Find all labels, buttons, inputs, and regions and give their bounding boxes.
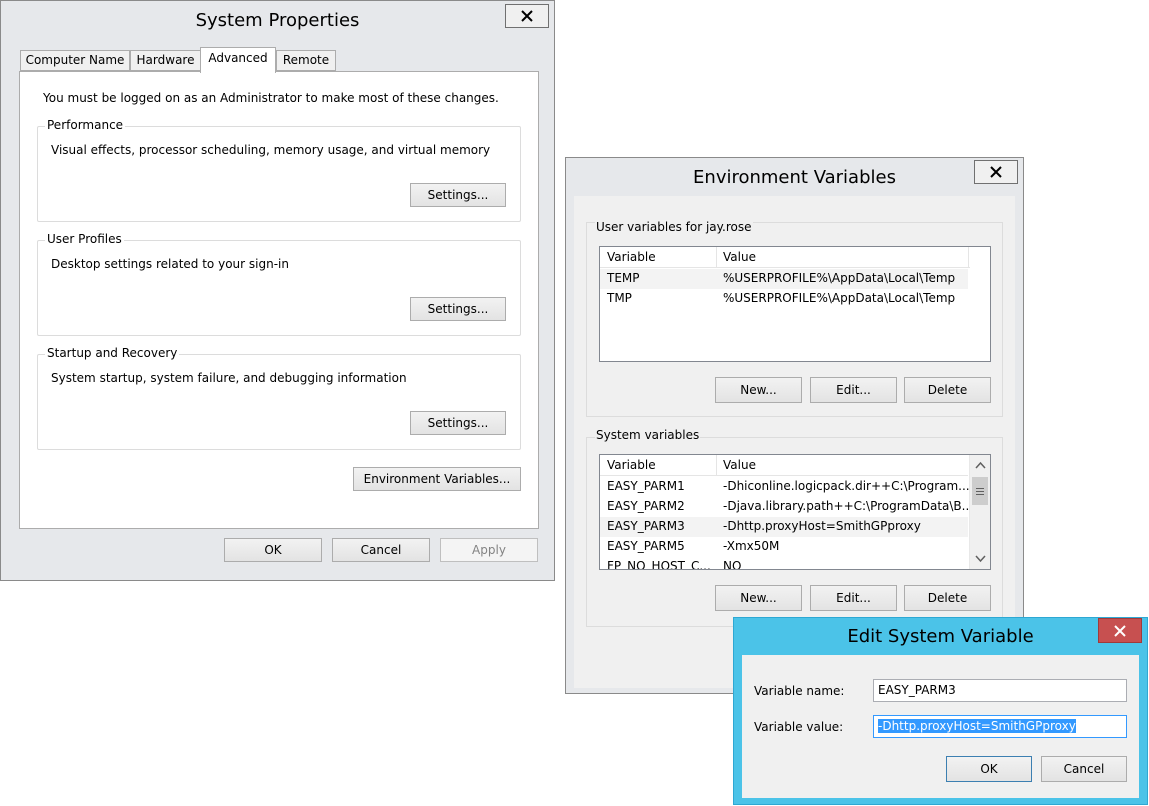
system-edit-button[interactable]: Edit... bbox=[810, 585, 897, 611]
scroll-up-arrow-icon[interactable] bbox=[972, 457, 989, 474]
value-cell: %USERPROFILE%\AppData\Local\Temp bbox=[723, 271, 956, 285]
system-properties-window: System Properties Computer Name Hardware… bbox=[0, 0, 555, 581]
table-row[interactable]: EASY_PARM1 -Dhiconline.logicpack.dir++C:… bbox=[600, 477, 970, 497]
scroll-down-arrow-icon[interactable] bbox=[972, 550, 989, 567]
value-cell: %USERPROFILE%\AppData\Local\Temp bbox=[723, 291, 956, 305]
system-variables-title: System variables bbox=[595, 428, 701, 442]
value-cell: NO bbox=[723, 559, 742, 570]
close-button[interactable] bbox=[1098, 618, 1142, 643]
startup-recovery-group: Startup and Recovery System startup, sys… bbox=[37, 346, 521, 450]
variable-value-label: Variable value: bbox=[754, 720, 844, 734]
variable-cell: EASY_PARM3 bbox=[607, 519, 685, 533]
table-row[interactable]: TMP %USERPROFILE%\AppData\Local\Temp bbox=[600, 289, 968, 309]
startup-recovery-description: System startup, system failure, and debu… bbox=[51, 371, 407, 385]
tab-label: Hardware bbox=[136, 53, 195, 67]
column-header-variable[interactable]: Variable bbox=[607, 250, 656, 264]
scroll-thumb[interactable] bbox=[972, 477, 988, 505]
close-icon bbox=[990, 166, 1002, 178]
apply-button[interactable]: Apply bbox=[440, 538, 538, 562]
group-title: Performance bbox=[45, 118, 126, 132]
user-delete-button[interactable]: Delete bbox=[904, 377, 991, 403]
edit-system-variable-title: Edit System Variable bbox=[847, 626, 1034, 647]
value-cell: -Dhiconline.logicpack.dir++C:\Program... bbox=[723, 479, 970, 493]
performance-description: Visual effects, processor scheduling, me… bbox=[51, 143, 491, 157]
close-icon bbox=[521, 10, 533, 22]
value-cell: -Djava.library.path++C:\ProgramData\B... bbox=[723, 499, 974, 513]
table-row[interactable]: EASY_PARM3 -Dhttp.proxyHost=SmithGPproxy bbox=[600, 517, 968, 537]
variable-cell: EASY_PARM5 bbox=[607, 539, 685, 553]
list-header: Variable Value bbox=[600, 247, 970, 268]
group-title: Startup and Recovery bbox=[45, 346, 180, 360]
close-icon bbox=[1114, 624, 1126, 637]
environment-variables-title: Environment Variables bbox=[693, 167, 896, 188]
tab-advanced[interactable]: Advanced bbox=[200, 47, 276, 73]
environment-variables-button[interactable]: Environment Variables... bbox=[353, 467, 521, 491]
variable-cell: FP_NO_HOST_C... bbox=[607, 559, 711, 570]
tab-label: Computer Name bbox=[25, 53, 125, 67]
variable-cell: EASY_PARM1 bbox=[607, 479, 685, 493]
table-row[interactable]: EASY_PARM2 -Djava.library.path++C:\Progr… bbox=[600, 497, 973, 517]
admin-note: You must be logged on as an Administrato… bbox=[43, 91, 499, 105]
variable-cell: EASY_PARM2 bbox=[607, 499, 685, 513]
tab-label: Remote bbox=[282, 53, 330, 67]
close-button[interactable] bbox=[505, 4, 549, 28]
close-button[interactable] bbox=[974, 160, 1018, 184]
user-new-button[interactable]: New... bbox=[715, 377, 802, 403]
startup-recovery-settings-button[interactable]: Settings... bbox=[410, 411, 506, 435]
variable-value-field[interactable]: -Dhttp.proxyHost=SmithGPproxy bbox=[873, 715, 1127, 738]
advanced-tab-page: You must be logged on as an Administrato… bbox=[19, 71, 539, 529]
column-header-value[interactable]: Value bbox=[723, 458, 756, 472]
variable-cell: TEMP bbox=[607, 271, 640, 285]
tab-label: Advanced bbox=[208, 51, 268, 65]
value-cell: -Dhttp.proxyHost=SmithGPproxy bbox=[723, 519, 921, 533]
user-variables-title: User variables for jay.rose bbox=[595, 220, 753, 234]
table-row[interactable]: TEMP %USERPROFILE%\AppData\Local\Temp bbox=[600, 269, 968, 289]
user-profiles-description: Desktop settings related to your sign-in bbox=[51, 257, 289, 271]
group-title: User Profiles bbox=[45, 232, 124, 246]
system-delete-button[interactable]: Delete bbox=[904, 585, 991, 611]
user-profiles-settings-button[interactable]: Settings... bbox=[410, 297, 506, 321]
system-properties-title: System Properties bbox=[195, 10, 360, 31]
user-edit-button[interactable]: Edit... bbox=[810, 377, 897, 403]
environment-variables-window: Environment Variables User variables for… bbox=[565, 157, 1024, 694]
variable-name-label: Variable name: bbox=[754, 684, 845, 698]
performance-group: Performance Visual effects, processor sc… bbox=[37, 118, 521, 222]
tab-hardware[interactable]: Hardware bbox=[130, 50, 201, 71]
vertical-scrollbar[interactable] bbox=[969, 455, 990, 569]
variable-cell: TMP bbox=[607, 291, 632, 305]
tab-remote[interactable]: Remote bbox=[276, 50, 336, 71]
system-variables-list[interactable]: Variable Value EASY_PARM1 -Dhiconline.lo… bbox=[599, 454, 991, 570]
performance-settings-button[interactable]: Settings... bbox=[410, 183, 506, 207]
table-row[interactable]: EASY_PARM5 -Xmx50M bbox=[600, 537, 968, 557]
variable-name-field[interactable]: EASY_PARM3 bbox=[873, 679, 1127, 702]
value-cell: -Xmx50M bbox=[723, 539, 780, 553]
edit-system-variable-window: Edit System Variable Variable name: EASY… bbox=[733, 617, 1148, 805]
column-header-value[interactable]: Value bbox=[723, 250, 756, 264]
ok-button[interactable]: OK bbox=[224, 538, 322, 562]
ok-button[interactable]: OK bbox=[946, 756, 1032, 782]
user-profiles-group: User Profiles Desktop settings related t… bbox=[37, 232, 521, 336]
tab-computer-name[interactable]: Computer Name bbox=[20, 50, 130, 71]
column-header-variable[interactable]: Variable bbox=[607, 458, 656, 472]
user-variables-list[interactable]: Variable Value TEMP %USERPROFILE%\AppDat… bbox=[599, 246, 991, 362]
cancel-button[interactable]: Cancel bbox=[1041, 756, 1127, 782]
cancel-button[interactable]: Cancel bbox=[332, 538, 430, 562]
table-row[interactable]: FP_NO_HOST_C... NO bbox=[600, 557, 968, 570]
selected-text: -Dhttp.proxyHost=SmithGPproxy bbox=[878, 719, 1076, 733]
system-new-button[interactable]: New... bbox=[715, 585, 802, 611]
list-header: Variable Value bbox=[600, 455, 968, 476]
